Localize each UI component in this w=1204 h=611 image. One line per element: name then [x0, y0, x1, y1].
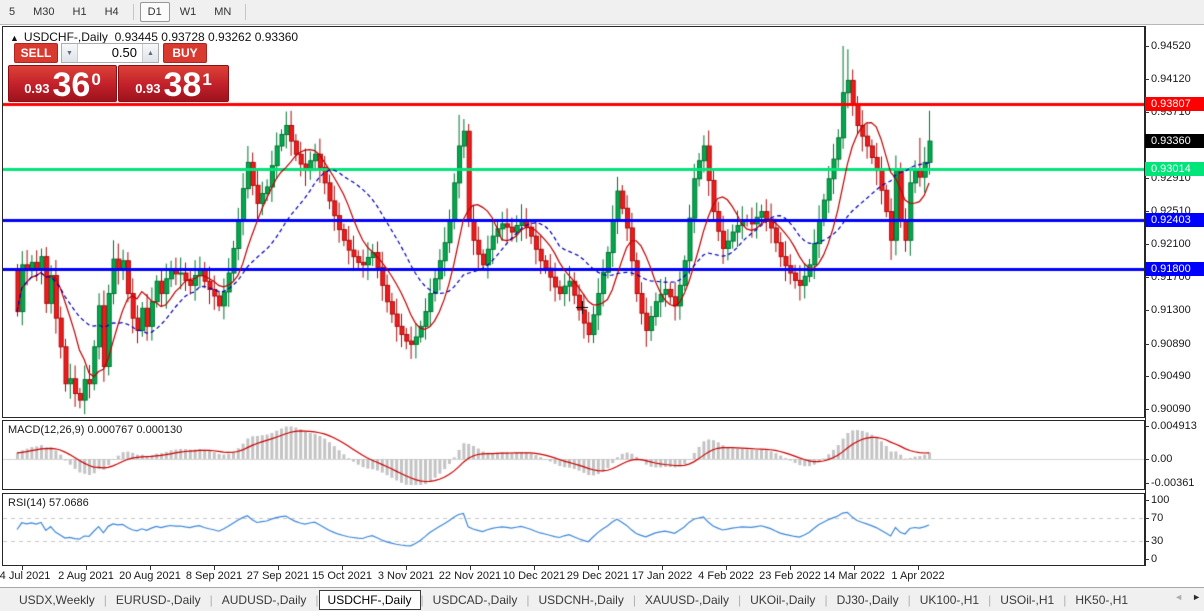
price-axis-label: 0.94120 — [1151, 72, 1191, 85]
sell-button[interactable]: SELL — [14, 43, 58, 63]
date-axis-label: 10 Dec 2021 — [502, 570, 566, 582]
rsi-axis-label: 30 — [1151, 535, 1164, 548]
rsi-axis-label: 100 — [1151, 494, 1170, 506]
period-button-mn[interactable]: MN — [206, 2, 239, 22]
period-button-w1[interactable]: W1 — [172, 2, 205, 22]
date-axis-label: 15 Oct 2021 — [312, 570, 372, 582]
axis-tick — [1145, 343, 1149, 345]
rsi-axis-label: 70 — [1151, 511, 1164, 524]
tabs-scroll-right-icon[interactable]: ► — [1192, 592, 1201, 602]
axis-tick — [1145, 78, 1149, 80]
tab-dj30daily[interactable]: DJ30-,Daily — [828, 590, 908, 610]
date-axis-label: 8 Sep 2021 — [185, 570, 243, 582]
axis-tick — [1145, 177, 1149, 179]
tab-xauusddaily[interactable]: XAUUSD-,Daily — [636, 590, 738, 610]
chart-title: ▲ USDCHF-,Daily 0.93445 0.93728 0.93262 0… — [10, 30, 298, 44]
trading-platform-window: 5 M30 H1 H4 D1 W1 MN ▲ USDCHF-,Daily 0.93445 0.… — [0, 0, 1204, 611]
tab-usoilh1[interactable]: USOil-,H1 — [991, 590, 1063, 610]
price-axis-label: 0.92100 — [1151, 238, 1191, 251]
tab-usdchfdaily[interactable]: USDCHF-,Daily — [318, 589, 421, 610]
tab-eurusddaily[interactable]: EURUSD-,Daily — [107, 590, 210, 610]
sell-price-box[interactable]: 0.93 36 0 — [8, 65, 117, 102]
axis-tick — [1145, 46, 1149, 47]
buy-button[interactable]: BUY — [163, 43, 207, 63]
sell-price-prefix: 0.93 — [24, 81, 50, 96]
tab-scroll-arrows: ◄ ► — [1174, 592, 1201, 602]
buy-price-box[interactable]: 0.93 38 1 — [118, 65, 229, 102]
buy-price-prefix: 0.93 — [135, 81, 161, 96]
date-axis-label: 3 Nov 2021 — [377, 570, 435, 582]
tab-usdcaddaily[interactable]: USDCAD-,Daily — [424, 590, 527, 610]
hline-price-chip: 0.93807 — [1145, 97, 1204, 112]
buy-price-digits: 38 — [163, 66, 202, 104]
macd-axis-label: 0.00 — [1151, 453, 1173, 465]
volume-spinner: ▼ 0.50 ▲ — [61, 43, 159, 63]
axis-tick — [1145, 376, 1149, 378]
hline-price-chip: 0.93014 — [1145, 162, 1204, 177]
date-axis-label: 22 Nov 2021 — [438, 570, 502, 582]
volume-decrease-button[interactable]: ▼ — [62, 44, 77, 62]
rsi-chart-canvas[interactable] — [3, 494, 1144, 563]
tab-hk50h1[interactable]: HK50-,H1 — [1066, 590, 1137, 610]
axis-tick — [1145, 309, 1149, 311]
toolbar-separator — [132, 4, 134, 20]
rsi-axis-label: 0 — [1151, 553, 1158, 565]
period-button-h1[interactable]: H1 — [65, 2, 95, 22]
axis-tick — [1145, 541, 1149, 543]
date-axis-label: 29 Dec 2021 — [566, 570, 630, 582]
date-axis-label: 17 Jan 2022 — [631, 570, 693, 582]
date-axis-label: 1 Apr 2022 — [891, 570, 945, 582]
date-axis-label: 14 Mar 2022 — [823, 570, 885, 582]
collapse-arrow-icon[interactable]: ▲ — [10, 33, 19, 43]
current-price-chip: 0.93360 — [1145, 134, 1204, 149]
tab-uk100h1[interactable]: UK100-,H1 — [911, 590, 988, 610]
sell-price-pip: 0 — [91, 70, 101, 89]
price-axis-label: 0.90890 — [1151, 337, 1191, 350]
axis-tick — [1145, 426, 1149, 428]
volume-input[interactable]: 0.50 — [77, 44, 143, 62]
macd-label: MACD(12,26,9) 0.000767 0.000130 — [8, 424, 183, 436]
hline-price-chip: 0.91800 — [1145, 261, 1204, 276]
price-axis-label: 0.90090 — [1151, 403, 1191, 416]
period-button-h4[interactable]: H4 — [97, 2, 127, 22]
rsi-label: RSI(14) 57.0686 — [8, 497, 89, 509]
tab-ukoildaily[interactable]: UKOil-,Daily — [741, 590, 824, 610]
timeframe-toolbar: 5 M30 H1 H4 D1 W1 MN — [0, 0, 1204, 25]
axis-tick — [1145, 244, 1149, 246]
axis-tick — [1145, 500, 1149, 501]
period-button-m30[interactable]: M30 — [25, 2, 62, 22]
date-axis-label: 20 Aug 2021 — [119, 570, 181, 582]
axis-tick — [1145, 409, 1149, 411]
axis-tick — [1145, 112, 1149, 114]
hline-price-chip: 0.92403 — [1145, 212, 1204, 227]
tab-usdcnhdaily[interactable]: USDCNH-,Daily — [529, 590, 632, 610]
price-axis-label: 0.90490 — [1151, 370, 1191, 383]
tabs-scroll-left-icon[interactable]: ◄ — [1174, 592, 1183, 602]
tab-usdxweekly[interactable]: USDX,Weekly — [10, 590, 104, 610]
axis-tick — [1145, 517, 1149, 519]
macd-axis-label: -0.00361 — [1151, 477, 1195, 490]
date-axis-label: 14 Jul 2021 — [0, 570, 51, 582]
period-button-5[interactable]: 5 — [1, 2, 23, 22]
sell-price-digits: 36 — [52, 66, 91, 104]
tab-audusddaily[interactable]: AUDUSD-,Daily — [213, 590, 316, 610]
date-axis-label: 4 Feb 2022 — [698, 570, 754, 582]
axis-tick — [1145, 277, 1149, 279]
date-axis-label: 27 Sep 2021 — [246, 570, 310, 582]
chart-ohlc-values: 0.93445 0.93728 0.93262 0.93360 — [114, 30, 299, 44]
axis-tick — [1145, 459, 1149, 460]
symbol-tabbar: USDX,Weekly | EURUSD-,Daily | AUDUSD-,Daily |… — [0, 587, 1204, 611]
chart-symbol-label: USDCHF-,Daily — [23, 30, 108, 44]
toolbar-separator — [245, 4, 247, 20]
axis-tick — [1145, 559, 1149, 560]
price-axis-label: 0.94520 — [1151, 40, 1191, 52]
axis-tick — [1145, 483, 1149, 485]
buy-price-pip: 1 — [202, 70, 212, 89]
period-button-d1[interactable]: D1 — [139, 2, 170, 22]
date-axis-label: 23 Feb 2022 — [759, 570, 821, 582]
price-axis-label: 0.91300 — [1151, 303, 1191, 316]
volume-increase-button[interactable]: ▲ — [143, 44, 158, 62]
date-axis-label: 2 Aug 2021 — [58, 570, 114, 582]
macd-axis-label: 0.004913 — [1151, 420, 1197, 433]
